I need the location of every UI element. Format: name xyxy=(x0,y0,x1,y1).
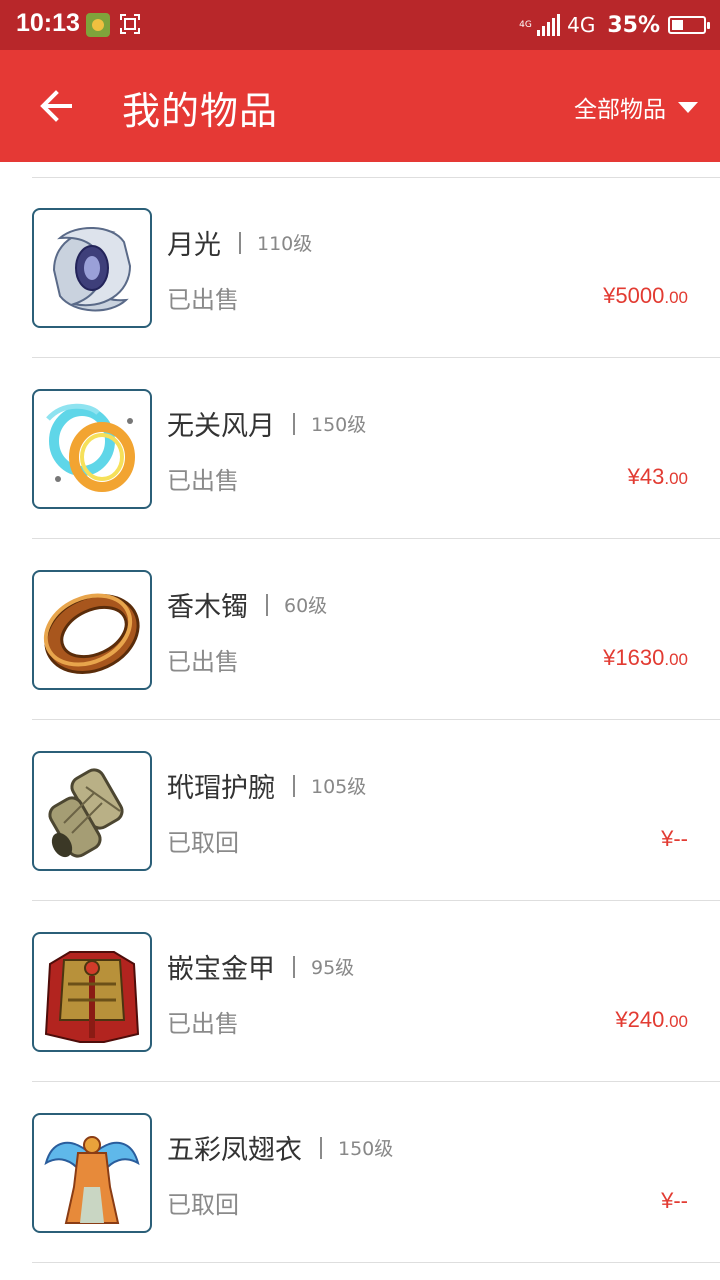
item-price: ¥-- xyxy=(661,826,688,851)
item-status: 已取回 xyxy=(167,1191,239,1219)
separator xyxy=(293,955,295,978)
item-name: 无关风月 xyxy=(167,411,275,442)
item-list: 月光 110级 已出售 ¥5000.00 无关风月 150级 已出售 ¥43.0… xyxy=(0,177,720,1263)
list-item[interactable]: 香木镯 60级 已出售 ¥1630.00 xyxy=(0,539,720,720)
battery-percent: 35% xyxy=(607,12,660,38)
item-price: ¥240.00 xyxy=(615,1007,688,1032)
item-status: 已出售 xyxy=(167,467,239,495)
list-item[interactable]: 玳瑁护腕 105级 已取回 ¥-- xyxy=(0,720,720,901)
item-level: 95级 xyxy=(311,957,355,979)
item-name: 月光 xyxy=(167,230,221,261)
item-name: 五彩凤翅衣 xyxy=(167,1135,302,1166)
item-status: 已出售 xyxy=(167,1010,239,1038)
list-item[interactable]: 五彩凤翅衣 150级 已取回 ¥-- xyxy=(0,1082,720,1263)
list-item[interactable]: 无关风月 150级 已出售 ¥43.00 xyxy=(0,358,720,539)
golden-armor-icon xyxy=(32,932,152,1052)
separator xyxy=(293,774,295,797)
crescent-blade-icon xyxy=(32,208,152,328)
phoenix-robe-icon xyxy=(32,1113,152,1233)
status-bar: 10:13 4G 4G 35% xyxy=(0,0,720,50)
app-notification-icon xyxy=(86,13,110,37)
item-level: 110级 xyxy=(257,233,313,255)
network-type-small: 4G xyxy=(519,19,532,30)
item-status: 已出售 xyxy=(167,286,239,314)
item-name: 嵌宝金甲 xyxy=(167,954,275,985)
list-item[interactable]: 嵌宝金甲 95级 已出售 ¥240.00 xyxy=(0,901,720,1082)
back-arrow-icon[interactable] xyxy=(36,86,76,126)
item-name: 香木镯 xyxy=(167,592,248,623)
signal-icon xyxy=(537,14,561,36)
filter-label: 全部物品 xyxy=(574,97,666,123)
item-price: ¥-- xyxy=(661,1188,688,1213)
swirl-ring-icon xyxy=(32,389,152,509)
app-bar: 我的物品 全部物品 xyxy=(0,50,720,162)
list-item[interactable]: 月光 110级 已出售 ¥5000.00 xyxy=(0,177,720,358)
item-price: ¥5000.00 xyxy=(603,283,688,308)
item-level: 60级 xyxy=(284,595,328,617)
separator xyxy=(320,1136,322,1159)
page-title: 我的物品 xyxy=(122,89,279,133)
item-price: ¥1630.00 xyxy=(603,645,688,670)
bracer-icon xyxy=(32,751,152,871)
separator xyxy=(266,593,268,616)
battery-icon xyxy=(668,16,710,34)
separator xyxy=(239,231,241,254)
status-time: 10:13 xyxy=(16,9,80,37)
item-name: 玳瑁护腕 xyxy=(167,773,275,804)
screenshot-icon xyxy=(118,12,142,36)
divider xyxy=(32,1262,720,1263)
wooden-bracelet-icon xyxy=(32,570,152,690)
caret-down-icon xyxy=(678,101,698,113)
item-status: 已出售 xyxy=(167,648,239,676)
item-price: ¥43.00 xyxy=(627,464,688,489)
filter-dropdown[interactable]: 全部物品 xyxy=(574,90,698,124)
item-level: 105级 xyxy=(311,776,367,798)
item-status: 已取回 xyxy=(167,829,239,857)
network-type: 4G xyxy=(567,13,596,37)
item-level: 150级 xyxy=(338,1138,394,1160)
separator xyxy=(293,412,295,435)
item-level: 150级 xyxy=(311,414,367,436)
